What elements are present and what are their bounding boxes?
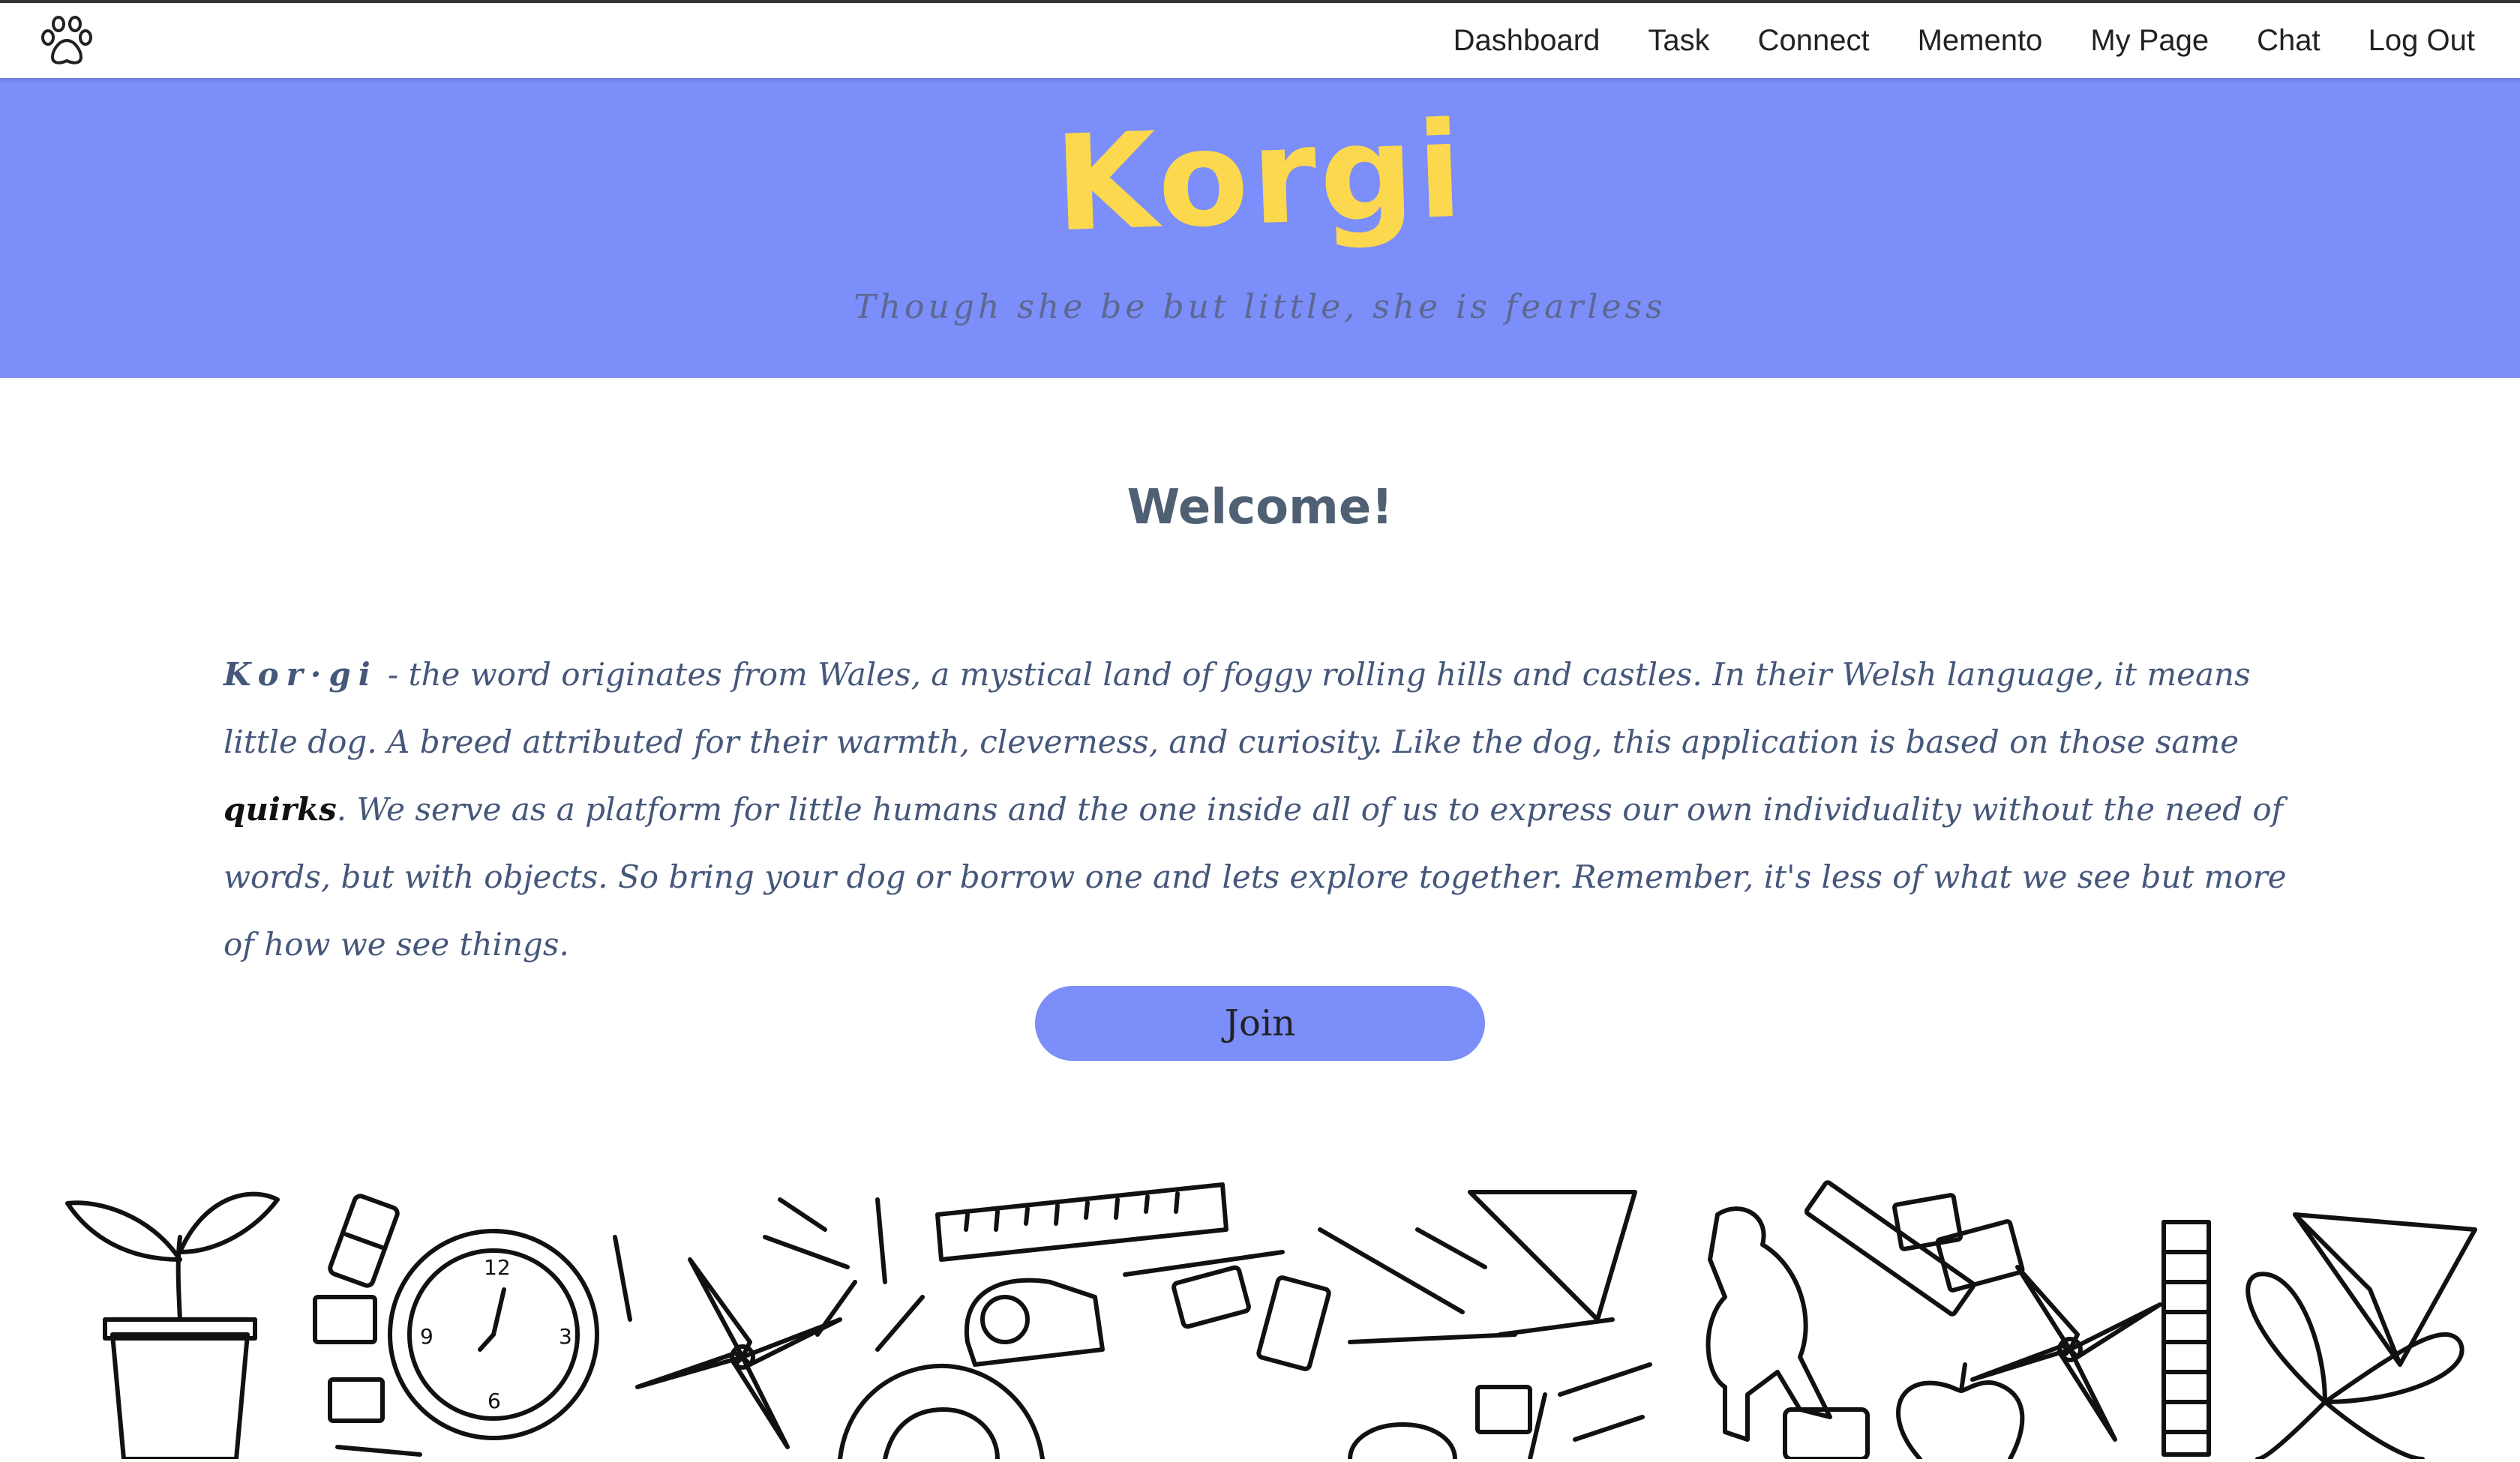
nav-links: Dashboard Task Connect Memento My Page C…	[1406, 3, 2475, 78]
domino-icon	[328, 1194, 1330, 1370]
korgi-word: Kor·gi	[224, 656, 378, 693]
nav-chat[interactable]: Chat	[2257, 24, 2320, 58]
svg-text:12: 12	[484, 1255, 511, 1280]
join-button[interactable]: Join	[1035, 986, 1485, 1061]
intro-text-part1: - the word originates from Wales, a myst…	[224, 656, 2251, 760]
hero-banner: Korgi Though she be but little, she is f…	[0, 78, 2520, 378]
nav-log-out[interactable]: Log Out	[2368, 24, 2475, 58]
ruler-icon	[938, 1185, 1226, 1260]
apple-icon	[1898, 1365, 2022, 1459]
nav-memento[interactable]: Memento	[1918, 24, 2043, 58]
long-lego-icon	[1805, 1182, 1974, 1316]
dinosaur-icon	[1708, 1209, 1831, 1440]
lego-tower-icon	[2164, 1222, 2209, 1455]
svg-text:9: 9	[420, 1324, 434, 1349]
plant-icon	[68, 1194, 278, 1459]
paper-plane-icon	[1470, 1192, 2475, 1365]
doodle-illustration: 12 3 6 9	[0, 1170, 2520, 1459]
tagline: Though she be but little, she is fearles…	[854, 288, 1666, 326]
welcome-heading: Welcome!	[1126, 480, 1394, 535]
nav-connect[interactable]: Connect	[1758, 24, 1870, 58]
paw-print-icon[interactable]	[38, 13, 98, 69]
nav-dashboard[interactable]: Dashboard	[1454, 24, 1600, 58]
protractor-icon	[840, 1366, 1042, 1459]
brand-title: Korgi	[1052, 93, 1468, 262]
pinwheel-icon	[638, 1260, 2160, 1447]
svg-text:3: 3	[559, 1324, 572, 1349]
nav-my-page[interactable]: My Page	[2090, 24, 2209, 58]
toy-car-icon	[1350, 1425, 1455, 1459]
intro-paragraph: Kor·gi - the word originates from Wales,…	[224, 641, 2316, 978]
svg-text:6: 6	[488, 1389, 501, 1413]
lego-brick-icon	[315, 1195, 2023, 1432]
quirks-highlight: quirks	[224, 791, 337, 828]
tape-icon	[967, 1281, 1102, 1365]
nav-task[interactable]: Task	[1648, 24, 1709, 58]
navbar: Dashboard Task Connect Memento My Page C…	[0, 3, 2520, 78]
intro-text-part2: . We serve as a platform for little huma…	[224, 791, 2287, 963]
clock-icon: 12 3 6 9	[390, 1231, 597, 1438]
